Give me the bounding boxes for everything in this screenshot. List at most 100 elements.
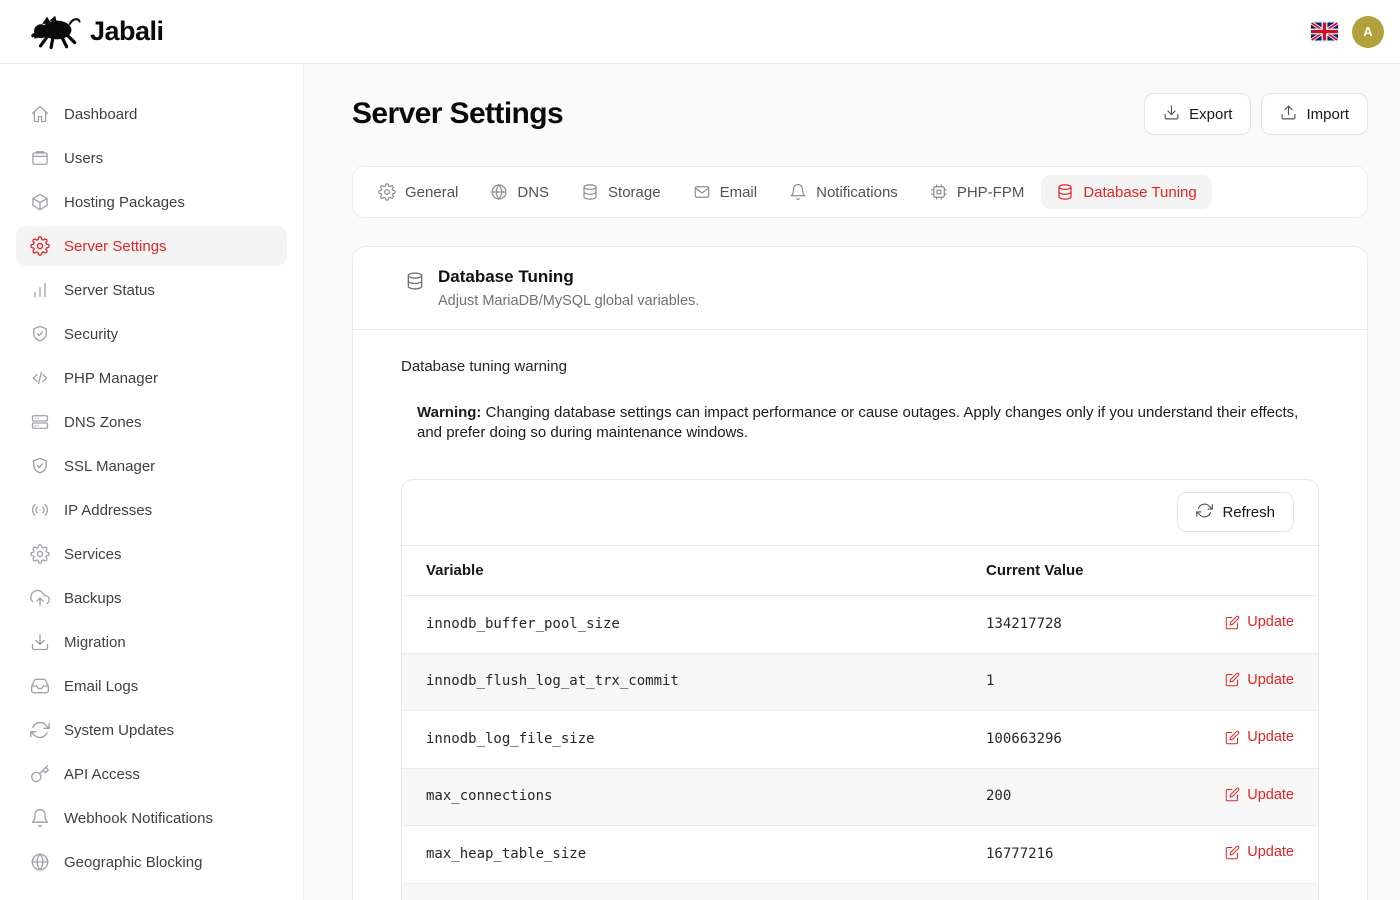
sidebar-item-ssl-manager[interactable]: SSL Manager — [16, 446, 287, 486]
tab-storage[interactable]: Storage — [566, 175, 676, 209]
sidebar-item-email-logs[interactable]: Email Logs — [16, 666, 287, 706]
bell-icon — [789, 183, 807, 201]
cpu-icon — [930, 183, 948, 201]
column-header-variable: Variable — [402, 546, 962, 596]
tab-general[interactable]: General — [363, 175, 473, 209]
export-button[interactable]: Export — [1144, 93, 1251, 135]
panel-subtitle: Adjust MariaDB/MySQL global variables. — [438, 290, 699, 312]
update-link[interactable]: Update — [1225, 614, 1294, 630]
servers-icon — [30, 412, 50, 432]
tab-email[interactable]: Email — [678, 175, 773, 209]
wallet-icon — [30, 148, 50, 168]
cube-icon — [30, 192, 50, 212]
sidebar-item-dashboard[interactable]: Dashboard — [16, 94, 287, 134]
inbox-icon — [30, 676, 50, 696]
gear-icon — [378, 183, 396, 201]
home-icon — [30, 104, 50, 124]
sidebar-item-migration[interactable]: Migration — [16, 622, 287, 662]
main-content: Server Settings Export Import General DN… — [304, 64, 1400, 900]
gear-icon — [30, 236, 50, 256]
warning-bold-label: Warning: — [417, 404, 481, 421]
update-link[interactable]: Update — [1225, 729, 1294, 745]
envelope-icon — [693, 183, 711, 201]
sidebar-item-api-access[interactable]: API Access — [16, 754, 287, 794]
column-header-actions — [1182, 546, 1318, 596]
refresh-icon — [30, 720, 50, 740]
boar-logo-icon — [30, 14, 82, 50]
key-icon — [30, 764, 50, 784]
download-icon — [30, 632, 50, 652]
sidebar-item-geographic-blocking[interactable]: Geographic Blocking — [16, 842, 287, 882]
shield-icon — [30, 324, 50, 344]
sidebar-item-security[interactable]: Security — [16, 314, 287, 354]
sidebar-item-dns-zones[interactable]: DNS Zones — [16, 402, 287, 442]
table-row: innodb_buffer_pool_size 134217728 Update — [402, 596, 1318, 654]
update-link[interactable]: Update — [1225, 787, 1294, 803]
edit-icon — [1225, 787, 1240, 802]
table-row: tmp_table_size 16777216 Update — [402, 883, 1318, 900]
warning-section-label: Database tuning warning — [401, 358, 1319, 375]
panel-header: Database Tuning Adjust MariaDB/MySQL glo… — [353, 247, 1367, 330]
sidebar-item-backups[interactable]: Backups — [16, 578, 287, 618]
sidebar-item-server-status[interactable]: Server Status — [16, 270, 287, 310]
panel-title: Database Tuning — [438, 264, 699, 290]
signal-icon — [30, 500, 50, 520]
brand-name: Jabali — [90, 16, 164, 47]
edit-icon — [1225, 615, 1240, 630]
warning-text: Warning: Changing database settings can … — [417, 403, 1317, 443]
variables-table-card: Refresh Variable Current Value in — [401, 479, 1319, 900]
sidebar-item-webhook-notifications[interactable]: Webhook Notifications — [16, 798, 287, 838]
refresh-button[interactable]: Refresh — [1177, 492, 1294, 532]
top-right-controls: A — [1311, 16, 1384, 48]
variables-table: Variable Current Value innodb_buffer_poo… — [402, 545, 1318, 900]
cloud-up-icon — [30, 588, 50, 608]
sidebar-item-hosting-packages[interactable]: Hosting Packages — [16, 182, 287, 222]
table-row: max_heap_table_size 16777216 Update — [402, 826, 1318, 884]
update-link[interactable]: Update — [1225, 844, 1294, 860]
page-title: Server Settings — [352, 92, 563, 136]
globe-icon — [490, 183, 508, 201]
shield-icon — [30, 456, 50, 476]
page-header: Server Settings Export Import — [352, 92, 1368, 136]
database-icon — [581, 183, 599, 201]
tab-notifications[interactable]: Notifications — [774, 175, 913, 209]
import-button[interactable]: Import — [1261, 93, 1368, 135]
sidebar-nav: Dashboard Users Hosting Packages Server … — [0, 64, 304, 900]
brand[interactable]: Jabali — [30, 14, 164, 50]
sidebar-item-ip-addresses[interactable]: IP Addresses — [16, 490, 287, 530]
refresh-icon — [1196, 502, 1213, 523]
code-icon — [30, 368, 50, 388]
user-avatar[interactable]: A — [1352, 16, 1384, 48]
upload-icon — [1280, 104, 1297, 125]
language-flag-button[interactable] — [1311, 22, 1338, 41]
page-actions: Export Import — [1144, 93, 1368, 135]
tab-dns[interactable]: DNS — [475, 175, 564, 209]
sidebar-item-server-settings[interactable]: Server Settings — [16, 226, 287, 266]
uk-flag-icon — [1311, 22, 1338, 41]
table-toolbar: Refresh — [402, 480, 1318, 545]
table-row: innodb_log_file_size 100663296 Update — [402, 711, 1318, 769]
tab-php-fpm[interactable]: PHP-FPM — [915, 175, 1040, 209]
panel-body: Database tuning warning Warning: Changin… — [353, 330, 1367, 900]
bell-icon — [30, 808, 50, 828]
sidebar-item-php-manager[interactable]: PHP Manager — [16, 358, 287, 398]
database-tuning-panel: Database Tuning Adjust MariaDB/MySQL glo… — [352, 246, 1368, 900]
table-row: innodb_flush_log_at_trx_commit 1 Update — [402, 653, 1318, 711]
edit-icon — [1225, 845, 1240, 860]
database-icon — [405, 271, 425, 291]
sidebar-item-users[interactable]: Users — [16, 138, 287, 178]
sidebar-item-system-updates[interactable]: System Updates — [16, 710, 287, 750]
update-link[interactable]: Update — [1225, 672, 1294, 688]
globe-icon — [30, 852, 50, 872]
edit-icon — [1225, 730, 1240, 745]
top-bar: Jabali A — [0, 0, 1400, 64]
download-icon — [1163, 104, 1180, 125]
sidebar-item-services[interactable]: Services — [16, 534, 287, 574]
tab-database-tuning[interactable]: Database Tuning — [1041, 175, 1211, 209]
column-header-current-value: Current Value — [962, 546, 1182, 596]
edit-icon — [1225, 672, 1240, 687]
database-icon — [1056, 183, 1074, 201]
chart-icon — [30, 280, 50, 300]
table-row: max_connections 200 Update — [402, 768, 1318, 826]
settings-tab-bar: General DNS Storage Email Notifications … — [352, 166, 1368, 218]
